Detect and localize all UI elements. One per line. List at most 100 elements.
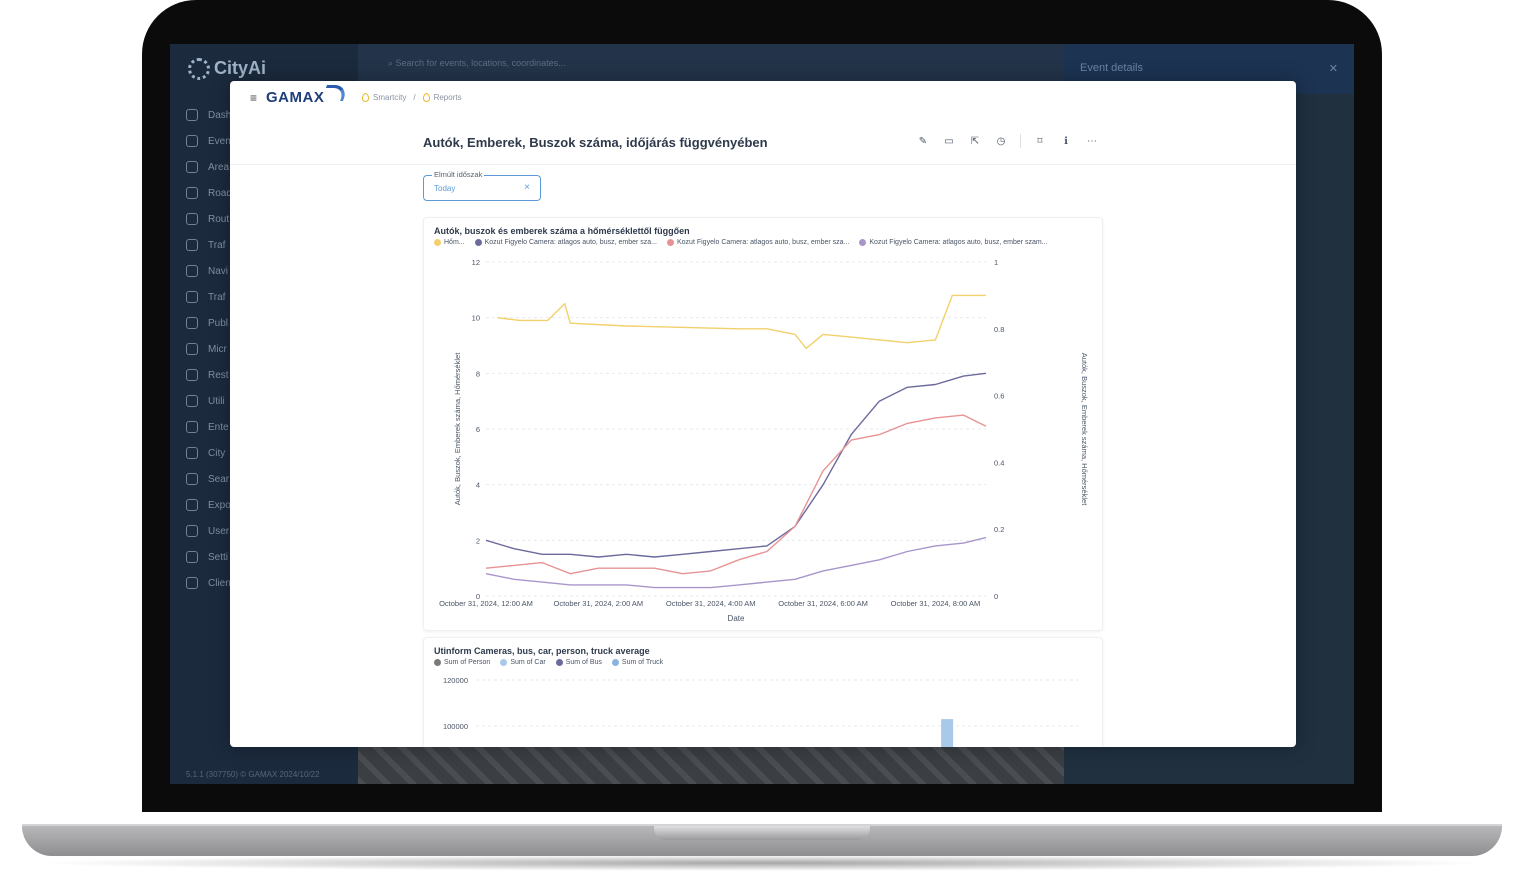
background-nav-item[interactable]: Traf	[186, 232, 232, 258]
nav-icon	[186, 395, 198, 407]
gamax-logo-mark	[321, 85, 349, 101]
background-search[interactable]: ⌕ Search for events, locations, coordina…	[388, 58, 566, 69]
nav-icon	[186, 239, 198, 251]
nav-icon	[186, 447, 198, 459]
gamax-logo: GAMAX	[266, 85, 349, 106]
nav-icon	[186, 135, 198, 147]
nav-label: City	[208, 447, 226, 459]
bookmark-icon[interactable]: ⌑	[1027, 133, 1053, 149]
bar-chart-card: Utinform Cameras, bus, car, person, truc…	[423, 637, 1103, 747]
dashboard-header: ≡ GAMAX Smartcity / Reports Autók, Ember…	[230, 81, 1296, 165]
background-nav-item[interactable]: Traf	[186, 284, 232, 310]
device-mockup: CityAi Dash Even Area Road Rout Traf Navi Traf P…	[0, 0, 1524, 878]
clear-filter-icon[interactable]: ×	[524, 182, 530, 193]
background-nav-item[interactable]: Clien	[186, 570, 232, 596]
info-icon[interactable]: ℹ	[1053, 133, 1079, 149]
background-nav-item[interactable]: City	[186, 440, 232, 466]
background-nav-item[interactable]: Expo	[186, 492, 232, 518]
y2-tick-label: 0.6	[994, 392, 1004, 401]
collection-icon	[362, 93, 369, 102]
device-shadow	[30, 855, 1494, 871]
nav-icon	[186, 291, 198, 303]
nav-icon	[186, 187, 198, 199]
background-footer: 5.1.1 (307750) © GAMAX 2024/10/22	[186, 770, 320, 779]
background-search-placeholder: Search for events, locations, coordinate…	[395, 58, 566, 68]
background-nav-item[interactable]: Setti	[186, 544, 232, 570]
time-filter[interactable]: Elmúlt időszak Today ×	[423, 170, 541, 201]
breadcrumb-reports[interactable]: Reports	[434, 93, 462, 102]
background-nav-item[interactable]: Utili	[186, 388, 232, 414]
background-logo-text: CityAi	[214, 58, 267, 78]
background-nav-item[interactable]: Rest	[186, 362, 232, 388]
y-tick-label: 100000	[443, 722, 468, 731]
nav-icon	[186, 421, 198, 433]
share-icon[interactable]: ⇱	[962, 133, 988, 149]
nav-label: Road	[208, 187, 232, 199]
nav-label: Area	[208, 161, 230, 173]
background-nav-item[interactable]: Navi	[186, 258, 232, 284]
nav-label: Traf	[208, 291, 226, 303]
nav-icon	[186, 161, 198, 173]
background-nav-item[interactable]: Ente	[186, 414, 232, 440]
background-nav-item[interactable]: Rout	[186, 206, 232, 232]
x-tick-label: October 31, 2024, 12:00 AM	[439, 599, 533, 608]
nav-label: Traf	[208, 239, 226, 251]
background-nav-item[interactable]: Publ	[186, 310, 232, 336]
background-logo: CityAi	[188, 58, 267, 81]
gamax-logo-text: GAMAX	[266, 89, 325, 106]
bar-chart: 120000 100000	[443, 676, 1080, 747]
background-nav-item[interactable]: User	[186, 518, 232, 544]
collection-icon	[422, 93, 430, 102]
laptop-notch	[654, 826, 870, 840]
nav-icon	[186, 499, 198, 511]
toolbar-divider	[1020, 134, 1021, 148]
background-nav-item[interactable]: Even	[186, 128, 232, 154]
dashboard-icon[interactable]: ▭	[936, 133, 962, 149]
y-tick-label: 4	[476, 481, 480, 490]
y-tick-label: 12	[472, 258, 480, 267]
time-filter-label: Elmúlt időszak	[432, 170, 485, 179]
dashboard-toolbar: ✎ ▭ ⇱ ◷ ⌑ ℹ ⋯	[910, 133, 1105, 149]
nav-icon	[186, 577, 198, 589]
x-axis-label: Date	[728, 614, 745, 623]
close-icon[interactable]: ✕	[1329, 62, 1338, 76]
nav-label: Ente	[208, 421, 229, 433]
background-nav-item[interactable]: Road	[186, 180, 232, 206]
more-icon[interactable]: ⋯	[1079, 133, 1105, 149]
nav-icon	[186, 109, 198, 121]
nav-label: User	[208, 525, 230, 537]
nav-label: Rout	[208, 213, 230, 225]
nav-label: Clien	[208, 577, 231, 589]
y-tick-label: 10	[472, 314, 480, 323]
series-line	[485, 536, 987, 589]
y-tick-label: 6	[476, 425, 480, 434]
background-nav-item[interactable]: Area	[186, 154, 232, 180]
nav-icon	[186, 551, 198, 563]
background-nav-item[interactable]: Dash	[186, 102, 232, 128]
hamburger-icon[interactable]: ≡	[250, 91, 257, 105]
nav-label: Rest	[208, 369, 229, 381]
nav-label: Micr	[208, 343, 227, 355]
line-chart-card: Autók, buszok és emberek száma a hőmérsé…	[423, 217, 1103, 631]
nav-label: Dash	[208, 109, 232, 121]
nav-icon	[186, 265, 198, 277]
y2-tick-label: 0	[994, 592, 998, 601]
y2-tick-label: 0.2	[994, 525, 1004, 534]
nav-label: Setti	[208, 551, 229, 563]
x-tick-label: October 31, 2024, 2:00 AM	[554, 599, 644, 608]
dashboard-window: ≡ GAMAX Smartcity / Reports Autók, Ember…	[230, 81, 1296, 747]
breadcrumb-smartcity[interactable]: Smartcity	[373, 93, 406, 102]
nav-label: Publ	[208, 317, 229, 329]
background-nav-item[interactable]: Micr	[186, 336, 232, 362]
x-tick-label: October 31, 2024, 6:00 AM	[778, 599, 868, 608]
nav-label: Even	[208, 135, 231, 147]
edit-icon[interactable]: ✎	[910, 133, 936, 149]
map-streets	[358, 744, 1064, 784]
clock-icon[interactable]: ◷	[988, 133, 1014, 149]
background-nav-item[interactable]: Sear	[186, 466, 232, 492]
nav-icon	[186, 343, 198, 355]
y2-tick-label: 0.8	[994, 325, 1004, 334]
nav-icon	[186, 213, 198, 225]
dashboard-title: Autók, Emberek, Buszok száma, időjárás f…	[423, 135, 768, 150]
background-topbar: ⌕ Search for events, locations, coordina…	[358, 44, 1064, 86]
